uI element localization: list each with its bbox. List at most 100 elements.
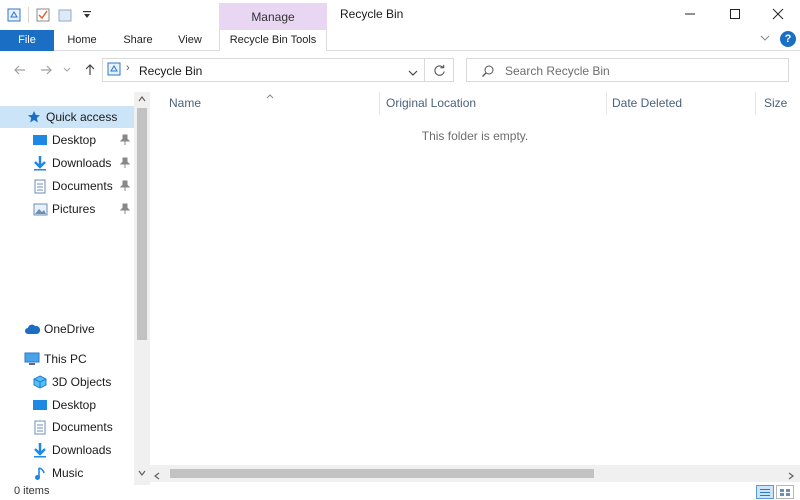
nav-documents-pc[interactable]: Documents [0, 416, 134, 438]
manage-contextual-tab[interactable]: Manage [219, 3, 327, 30]
maximize-button[interactable] [713, 0, 757, 28]
column-divider[interactable] [379, 92, 380, 114]
3d-objects-icon [32, 374, 48, 390]
recent-locations-button[interactable] [62, 62, 72, 78]
nav-quick-access[interactable]: Quick access [0, 106, 134, 128]
horizontal-scroll-thumb[interactable] [170, 469, 594, 478]
column-header-original-location[interactable]: Original Location [381, 92, 606, 114]
nav-desktop-quick[interactable]: Desktop [0, 129, 134, 151]
help-icon[interactable]: ? [780, 31, 796, 47]
tab-home[interactable]: Home [60, 30, 104, 51]
customize-qat-icon[interactable] [79, 7, 95, 23]
large-icons-view-icon [780, 488, 790, 496]
up-arrow-icon [85, 64, 95, 75]
nav-pictures-quick[interactable]: Pictures [0, 198, 134, 220]
horizontal-scrollbar[interactable] [150, 465, 800, 482]
forward-arrow-icon [41, 65, 52, 75]
scroll-right-icon[interactable] [788, 469, 794, 483]
pin-icon [119, 134, 131, 146]
tab-file[interactable]: File [0, 30, 54, 51]
column-header-date-deleted[interactable]: Date Deleted [607, 92, 755, 114]
nav-documents-quick[interactable]: Documents [0, 175, 134, 197]
nav-downloads-quick[interactable]: Downloads [0, 152, 134, 174]
maximize-icon [730, 9, 740, 19]
navigation-pane-scroll-thumb[interactable] [137, 108, 147, 340]
new-folder-icon[interactable] [57, 7, 73, 23]
expand-ribbon-icon[interactable] [760, 34, 770, 45]
details-view-icon [760, 488, 770, 496]
minimize-icon [685, 13, 695, 15]
computer-icon [24, 351, 40, 367]
scroll-left-icon[interactable] [154, 469, 160, 483]
column-header-name[interactable]: Name [164, 92, 379, 114]
status-bar: 0 items [0, 485, 800, 500]
desktop-icon [32, 397, 48, 413]
refresh-button[interactable] [425, 58, 454, 82]
breadcrumb-separator-icon[interactable]: › [126, 62, 130, 74]
search-input[interactable]: Search Recycle Bin [466, 58, 789, 82]
documents-icon [32, 419, 48, 435]
refresh-icon [433, 64, 445, 76]
search-placeholder: Search Recycle Bin [505, 64, 610, 78]
cloud-icon [24, 321, 40, 337]
forward-button[interactable] [38, 62, 54, 78]
nav-this-pc-label: This PC [44, 352, 87, 366]
up-button[interactable] [82, 62, 98, 78]
star-icon [26, 109, 42, 125]
pin-icon [119, 180, 131, 192]
desktop-icon [32, 132, 48, 148]
item-count: 0 items [14, 485, 50, 497]
nav-item-label: Documents [52, 179, 113, 193]
qat-separator [28, 7, 29, 23]
details-view-button[interactable] [756, 485, 774, 499]
properties-icon[interactable] [35, 7, 51, 23]
quick-access-toolbar [6, 4, 95, 26]
downloads-icon [32, 442, 48, 458]
close-button[interactable] [756, 0, 800, 28]
pictures-icon [32, 201, 48, 217]
large-icons-view-button[interactable] [776, 485, 794, 499]
recycle-bin-app-icon [6, 7, 22, 23]
nav-item-label: Downloads [52, 443, 112, 457]
music-icon [32, 465, 48, 481]
nav-item-label: Music [52, 466, 84, 480]
downloads-icon [32, 155, 48, 171]
address-bar[interactable]: › Recycle Bin [102, 58, 425, 82]
column-divider[interactable] [755, 92, 756, 114]
pin-icon [119, 203, 131, 215]
nav-onedrive[interactable]: OneDrive [0, 318, 134, 340]
nav-downloads-pc[interactable]: Downloads [0, 439, 134, 461]
chevron-down-icon [63, 67, 71, 72]
nav-3d-objects[interactable]: 3D Objects [0, 371, 134, 393]
nav-onedrive-label: OneDrive [44, 322, 95, 336]
nav-quick-access-label: Quick access [46, 110, 118, 124]
recycle-bin-location-icon [107, 62, 121, 79]
scroll-up-icon[interactable] [134, 94, 150, 108]
ribbon-tabs: File Home Share View Recycle Bin Tools ? [0, 30, 800, 51]
nav-music[interactable]: Music [0, 462, 134, 484]
file-list-area[interactable]: Name Original Location Date Deleted Size… [150, 92, 800, 485]
title-bar: Manage Recycle Bin [0, 0, 800, 30]
nav-item-label: Desktop [52, 133, 97, 147]
nav-desktop-pc[interactable]: Desktop [0, 394, 134, 416]
back-button[interactable] [12, 62, 28, 78]
scroll-down-icon[interactable] [134, 468, 150, 482]
search-icon [481, 64, 495, 81]
navigation-pane-scrollbar[interactable] [134, 92, 150, 485]
nav-item-label: Downloads [52, 156, 112, 170]
breadcrumb-recycle-bin[interactable]: Recycle Bin [139, 64, 202, 78]
column-header-size[interactable]: Size [759, 92, 800, 114]
documents-icon [32, 178, 48, 194]
view-toggle-group [756, 485, 794, 499]
minimize-button[interactable] [668, 0, 712, 28]
nav-item-label: Documents [52, 420, 113, 434]
ribbon-right-controls: ? [760, 31, 800, 47]
tab-view[interactable]: View [170, 30, 210, 51]
tab-share[interactable]: Share [116, 30, 160, 51]
address-dropdown-icon[interactable] [408, 66, 418, 80]
window-title: Recycle Bin [340, 7, 404, 21]
tab-recycle-bin-tools[interactable]: Recycle Bin Tools [219, 30, 327, 51]
navigation-bar: › Recycle Bin Search Recycle Bin [0, 52, 800, 88]
file-explorer-window: Manage Recycle Bin File Home Share View … [0, 0, 800, 500]
nav-this-pc[interactable]: This PC [0, 348, 134, 370]
